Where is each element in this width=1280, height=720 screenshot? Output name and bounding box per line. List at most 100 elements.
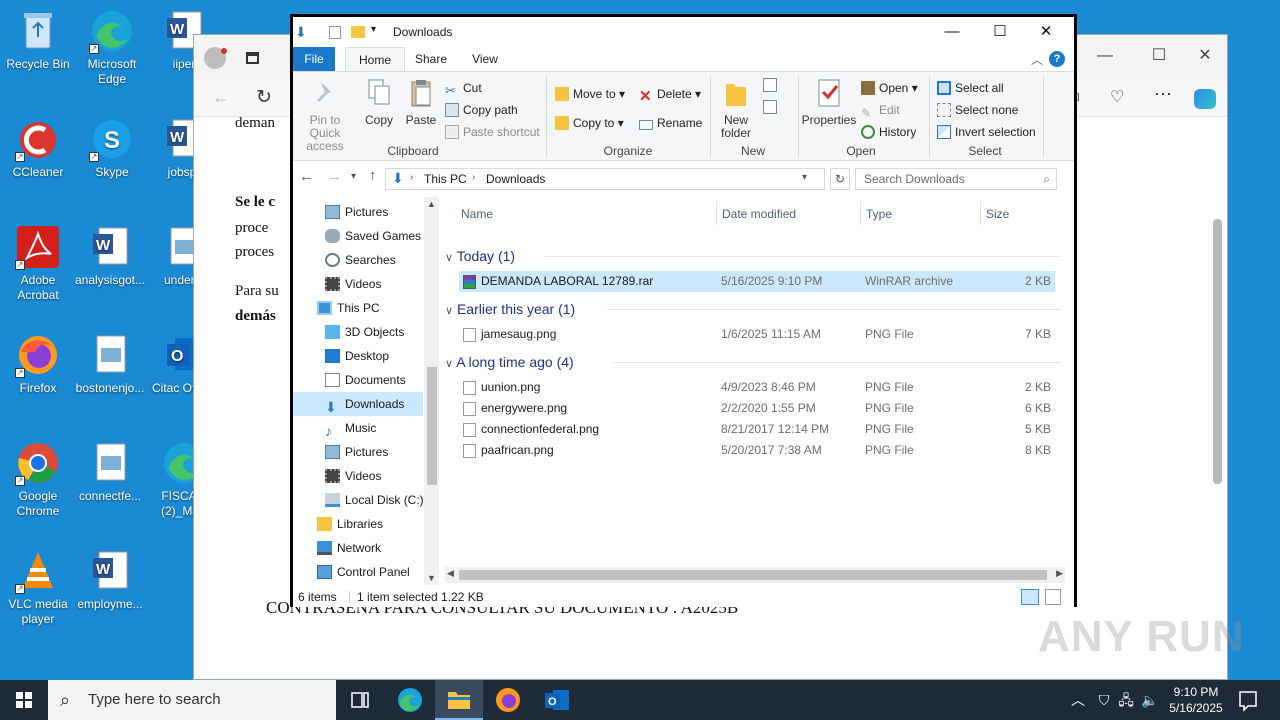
security-tray-icon[interactable]: ⛉ — [1094, 680, 1114, 720]
group-header-earlier-this-year[interactable]: ∨ Earlier this year (1) — [445, 298, 1061, 320]
taskbar-edge[interactable] — [386, 680, 434, 720]
nav-item-searches[interactable]: Searches — [293, 248, 423, 272]
properties-button[interactable]: Properties — [799, 78, 859, 127]
copilot-icon[interactable] — [1194, 89, 1216, 109]
tab-actions-icon[interactable] — [246, 52, 259, 64]
task-view-button[interactable] — [336, 680, 384, 720]
nav-item-control-panel[interactable]: Control Panel — [293, 560, 423, 584]
minimize-button[interactable]: — — [929, 17, 975, 47]
file-row[interactable]: DEMANDA LABORAL 12789.rar 5/16/2025 9:10… — [459, 271, 1055, 292]
nav-item-videos-pc[interactable]: Videos — [293, 464, 423, 488]
browser-essentials-icon[interactable]: ♡ — [1110, 87, 1124, 107]
horizontal-scrollbar-thumb[interactable] — [459, 570, 1047, 580]
nav-item-local-disk[interactable]: Local Disk (C:) — [293, 488, 424, 512]
nav-item-downloads[interactable]: ⬇ Downloads — [293, 392, 423, 416]
taskbar-search-box[interactable]: ⌕ Type here to search — [48, 680, 336, 720]
address-bar[interactable]: ⬇ › This PC › Downloads ▾ — [385, 168, 825, 190]
group-header-long-time-ago[interactable]: ∨ A long time ago (4) — [445, 351, 1061, 373]
back-arrow-icon[interactable]: ← — [299, 168, 314, 185]
file-row[interactable]: energywere.png 2/2/2020 1:55 PM PNG File… — [459, 398, 1055, 419]
invert-selection-button[interactable]: Invert selection — [937, 122, 1036, 142]
desktop-icon-firefox[interactable]: ↗ Firefox — [0, 332, 76, 396]
select-none-button[interactable]: Select none — [937, 100, 1018, 120]
breadcrumb-this-pc[interactable]: This PC — [424, 172, 467, 186]
refresh-icon[interactable]: ↻ — [256, 86, 272, 109]
nav-scrollbar-thumb[interactable] — [427, 367, 437, 485]
large-icons-view-icon[interactable] — [1045, 589, 1061, 605]
horizontal-scrollbar[interactable]: ◀ ▶ — [445, 567, 1065, 583]
browser-minimize-button[interactable]: — — [1082, 41, 1128, 73]
copy-button[interactable]: Copy — [359, 78, 399, 127]
rename-button[interactable]: Rename — [639, 113, 702, 133]
history-button[interactable]: History — [861, 122, 916, 142]
scroll-left-icon[interactable]: ◀ — [447, 568, 454, 579]
desktop-icon-chrome[interactable]: ↗ Google Chrome — [0, 440, 76, 519]
move-to-button[interactable]: Move to ▾ — [555, 84, 625, 104]
maximize-button[interactable]: ☐ — [977, 17, 1023, 47]
nav-item-pictures-pc[interactable]: Pictures — [293, 440, 423, 464]
delete-button[interactable]: ✕ Delete ▾ — [639, 84, 701, 105]
show-hidden-icons-button[interactable]: ︿ — [1068, 680, 1088, 720]
taskbar-outlook[interactable]: O — [533, 680, 581, 720]
start-button[interactable] — [0, 680, 48, 720]
select-all-button[interactable]: Select all — [937, 78, 1004, 98]
settings-more-icon[interactable]: ⋯ — [1154, 84, 1172, 105]
clock[interactable]: 9:10 PM 5/16/2025 — [1164, 680, 1228, 720]
cut-button[interactable]: ✂ Cut — [445, 78, 482, 98]
desktop-icon-edge[interactable]: ↗ Microsoft Edge — [74, 8, 150, 87]
taskbar-firefox[interactable] — [484, 680, 532, 720]
easy-access-icon[interactable] — [763, 100, 777, 114]
tab-share[interactable]: Share — [409, 47, 453, 71]
breadcrumb-downloads[interactable]: Downloads — [486, 172, 545, 186]
nav-item-3d-objects[interactable]: 3D Objects — [293, 320, 423, 344]
open-button[interactable]: Open ▾ — [861, 78, 918, 98]
column-header-name[interactable]: Name — [461, 202, 493, 226]
back-icon[interactable]: ← — [212, 87, 230, 108]
browser-close-button[interactable]: ✕ — [1182, 41, 1228, 73]
column-header-type[interactable]: Type — [866, 202, 892, 226]
desktop-icon-recycle-bin[interactable]: Recycle Bin — [0, 8, 76, 72]
desktop-icon-skype[interactable]: S ↗ Skype — [74, 116, 150, 180]
desktop-icon-connectfe[interactable]: connectfe... — [72, 440, 148, 504]
file-row[interactable]: paafrican.png 5/20/2017 7:38 AM PNG File… — [459, 440, 1055, 461]
copy-to-button[interactable]: Copy to ▾ — [555, 113, 624, 133]
column-separator[interactable] — [860, 201, 861, 225]
column-separator[interactable] — [716, 201, 717, 225]
help-icon[interactable]: ? — [1049, 51, 1065, 67]
file-row[interactable]: connectionfederal.png 8/21/2017 12:14 PM… — [459, 419, 1055, 440]
nav-item-music[interactable]: ♪ Music — [293, 416, 423, 440]
refresh-button[interactable]: ↻ — [830, 168, 850, 190]
copy-path-button[interactable]: Copy path — [445, 100, 518, 120]
tab-home[interactable]: Home — [345, 47, 405, 71]
details-view-icon[interactable] — [1021, 589, 1039, 605]
quick-access-new-folder-icon[interactable] — [351, 26, 365, 38]
quick-access-properties-icon[interactable] — [329, 26, 341, 39]
scroll-right-icon[interactable]: ▶ — [1056, 568, 1063, 579]
nav-item-videos[interactable]: Videos — [293, 272, 423, 296]
paste-shortcut-button[interactable]: Paste shortcut — [445, 122, 540, 142]
nav-item-documents[interactable]: Documents — [293, 368, 423, 392]
network-tray-icon[interactable]: 🖧 — [1116, 680, 1136, 720]
group-header-today[interactable]: ∨ Today (1) — [445, 245, 1061, 267]
file-row[interactable]: uunion.png 4/9/2023 8:46 PM PNG File 2 K… — [459, 377, 1055, 398]
desktop-icon-analysisgot[interactable]: W analysisgot... — [72, 224, 148, 288]
nav-scrollbar[interactable]: ▲ ▼ — [424, 197, 439, 585]
column-separator[interactable] — [980, 201, 981, 225]
nav-item-libraries[interactable]: Libraries — [293, 512, 423, 536]
recent-locations-icon[interactable]: ▾ — [351, 171, 356, 182]
new-item-icon[interactable] — [763, 78, 777, 92]
search-input[interactable]: Search Downloads ⌕ — [855, 168, 1057, 190]
desktop-icon-bostonenjo[interactable]: bostonenjo... — [72, 332, 148, 396]
tab-file[interactable]: File — [293, 47, 335, 71]
quick-access-dropdown-icon[interactable]: ▾ — [371, 24, 376, 35]
column-header-size[interactable]: Size — [986, 202, 1009, 226]
close-button[interactable]: ✕ — [1023, 17, 1069, 47]
pin-quick-access-button[interactable]: Pin to Quick access — [293, 78, 357, 153]
browser-scrollbar[interactable] — [1211, 119, 1223, 679]
nav-item-saved-games[interactable]: Saved Games — [293, 224, 423, 248]
new-folder-button[interactable]: New folder — [713, 78, 759, 140]
forward-arrow-icon[interactable]: → — [327, 168, 342, 185]
nav-item-desktop[interactable]: Desktop — [293, 344, 423, 368]
taskbar-file-explorer[interactable] — [435, 680, 483, 720]
file-row[interactable]: jamesaug.png 1/6/2025 11:15 AM PNG File … — [459, 324, 1055, 345]
